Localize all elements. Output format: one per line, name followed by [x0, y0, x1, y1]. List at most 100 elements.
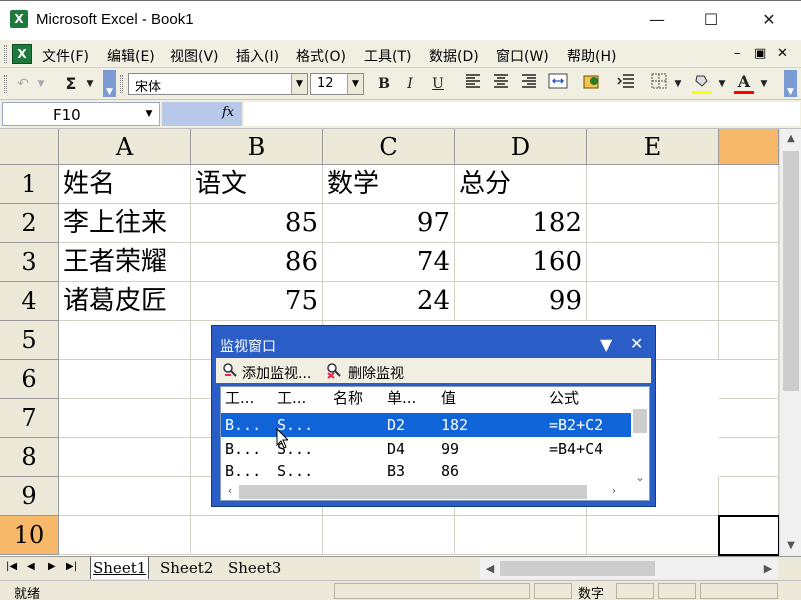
row-header-3[interactable]: 3 [0, 243, 59, 282]
col-header-formula[interactable]: 公式 [549, 387, 579, 408]
cell-f7[interactable] [719, 399, 779, 438]
vertical-scroll-thumb[interactable] [783, 151, 799, 391]
minimize-button[interactable]: — [634, 5, 680, 35]
scroll-right-icon[interactable]: ▶ [758, 558, 778, 579]
watch-list-horizontal-scrollbar[interactable]: ‹ › [221, 482, 631, 500]
column-header-d[interactable]: D [455, 129, 587, 165]
cell-b10[interactable] [191, 516, 323, 555]
borders-dropdown-icon[interactable]: ▼ [672, 73, 684, 95]
menu-view[interactable]: 视图(V) [170, 46, 219, 66]
cell-a5[interactable] [59, 321, 191, 360]
row-header-5[interactable]: 5 [0, 321, 59, 360]
cell-a8[interactable] [59, 438, 191, 477]
cell-d4[interactable]: 99 [455, 282, 587, 321]
row-header-6[interactable]: 6 [0, 360, 59, 399]
prev-sheet-icon[interactable]: ◀ [27, 561, 35, 572]
watch-list-vertical-scrollbar[interactable]: ⌄ [631, 409, 649, 484]
maximize-button[interactable]: ☐ [688, 5, 734, 35]
font-name-select[interactable]: 宋体 ▼ [128, 73, 308, 95]
menu-file[interactable]: 文件(F) [42, 46, 89, 66]
last-sheet-icon[interactable]: ▶| [66, 561, 77, 572]
column-header-c[interactable]: C [323, 129, 455, 165]
cell-a2[interactable]: 李上往来 [59, 204, 191, 243]
italic-button[interactable]: I [400, 73, 420, 95]
row-header-10[interactable]: 10 [0, 516, 59, 555]
cell-c3[interactable]: 74 [323, 243, 455, 282]
cell-f8[interactable] [719, 438, 779, 477]
align-center-icon[interactable] [490, 73, 512, 95]
col-header-sheet[interactable]: 工... [277, 387, 306, 408]
horizontal-scroll-thumb[interactable] [500, 561, 655, 576]
delete-watch-button[interactable]: 删除监视 [348, 363, 404, 383]
undo-dropdown-icon[interactable]: ▼ [36, 73, 46, 95]
select-all-corner[interactable] [0, 129, 59, 165]
align-left-icon[interactable] [462, 73, 484, 95]
name-box[interactable]: F10 ▼ [2, 102, 160, 126]
toolbar-options-chevron-icon[interactable]: ▼ [103, 70, 116, 97]
cell-c4[interactable]: 24 [323, 282, 455, 321]
mdi-minimize-button[interactable]: – [734, 46, 741, 61]
cell-a4[interactable]: 诸葛皮匠 [59, 282, 191, 321]
cell-b3[interactable]: 86 [191, 243, 323, 282]
menubar-grip[interactable] [4, 45, 7, 63]
menu-tools[interactable]: 工具(T) [364, 46, 411, 66]
mdi-close-button[interactable]: ✕ [777, 46, 788, 61]
scroll-down-icon[interactable]: ▼ [780, 536, 801, 556]
cell-d3[interactable]: 160 [455, 243, 587, 282]
cell-f4[interactable] [719, 282, 779, 321]
chevron-down-icon[interactable]: ▼ [291, 74, 307, 94]
scroll-left-icon[interactable]: ◀ [480, 558, 500, 579]
cell-a1[interactable]: 姓名 [59, 165, 191, 204]
row-header-9[interactable]: 9 [0, 477, 59, 516]
font-size-select[interactable]: 12 ▼ [310, 73, 364, 95]
underline-button[interactable]: U [428, 73, 448, 95]
undo-icon[interactable]: ↶ [12, 73, 34, 95]
cell-a9[interactable] [59, 477, 191, 516]
col-header-name[interactable]: 名称 [333, 387, 363, 408]
toolbar-grip-2[interactable] [120, 75, 123, 93]
toolbar-options-chevron-icon[interactable]: ▼ [784, 70, 797, 97]
cell-a7[interactable] [59, 399, 191, 438]
cell-d10[interactable] [455, 516, 587, 555]
column-header-f[interactable] [719, 129, 779, 165]
menu-insert[interactable]: 插入(I) [236, 46, 279, 66]
scroll-left-icon[interactable]: ‹ [221, 482, 239, 500]
menu-window[interactable]: 窗口(W) [496, 46, 549, 66]
autosum-dropdown-icon[interactable]: ▼ [84, 73, 96, 95]
cell-f1[interactable] [719, 165, 779, 204]
watch-window-close-icon[interactable]: ✕ [630, 334, 643, 353]
cell-f2[interactable] [719, 204, 779, 243]
toolbar-grip[interactable] [4, 75, 7, 93]
cell-b1[interactable]: 语文 [191, 165, 323, 204]
row-header-4[interactable]: 4 [0, 282, 59, 321]
cell-e1[interactable] [587, 165, 719, 204]
excel-app-icon[interactable]: X [10, 10, 28, 28]
merge-center-icon[interactable] [546, 73, 570, 95]
cell-a3[interactable]: 王者荣耀 [59, 243, 191, 282]
sheet-tab-sheet3[interactable]: Sheet3 [228, 557, 281, 579]
cell-b4[interactable]: 75 [191, 282, 323, 321]
scroll-up-icon[interactable]: ▲ [780, 129, 801, 149]
cell-e3[interactable] [587, 243, 719, 282]
cell-f9[interactable] [719, 477, 779, 516]
row-header-7[interactable]: 7 [0, 399, 59, 438]
menu-help[interactable]: 帮助(H) [567, 46, 616, 66]
workbook-icon[interactable]: X [12, 44, 32, 64]
mdi-restore-button[interactable]: ▣ [754, 46, 766, 61]
cell-f3[interactable] [719, 243, 779, 282]
column-header-e[interactable]: E [587, 129, 719, 165]
watch-list-hscroll-thumb[interactable] [239, 485, 587, 499]
cell-a6[interactable] [59, 360, 191, 399]
cell-a10[interactable] [59, 516, 191, 555]
cell-c10[interactable] [323, 516, 455, 555]
watch-row[interactable]: B... S... B3 86 [221, 461, 631, 481]
first-sheet-icon[interactable]: |◀ [6, 561, 17, 572]
menu-format[interactable]: 格式(O) [296, 46, 346, 66]
horizontal-scrollbar[interactable]: ◀ ▶ [480, 558, 778, 579]
column-header-a[interactable]: A [59, 129, 191, 165]
fill-color-icon[interactable] [690, 73, 714, 95]
cell-e4[interactable] [587, 282, 719, 321]
borders-icon[interactable] [648, 73, 670, 95]
add-watch-button[interactable]: 添加监视... [242, 363, 311, 383]
row-header-2[interactable]: 2 [0, 204, 59, 243]
